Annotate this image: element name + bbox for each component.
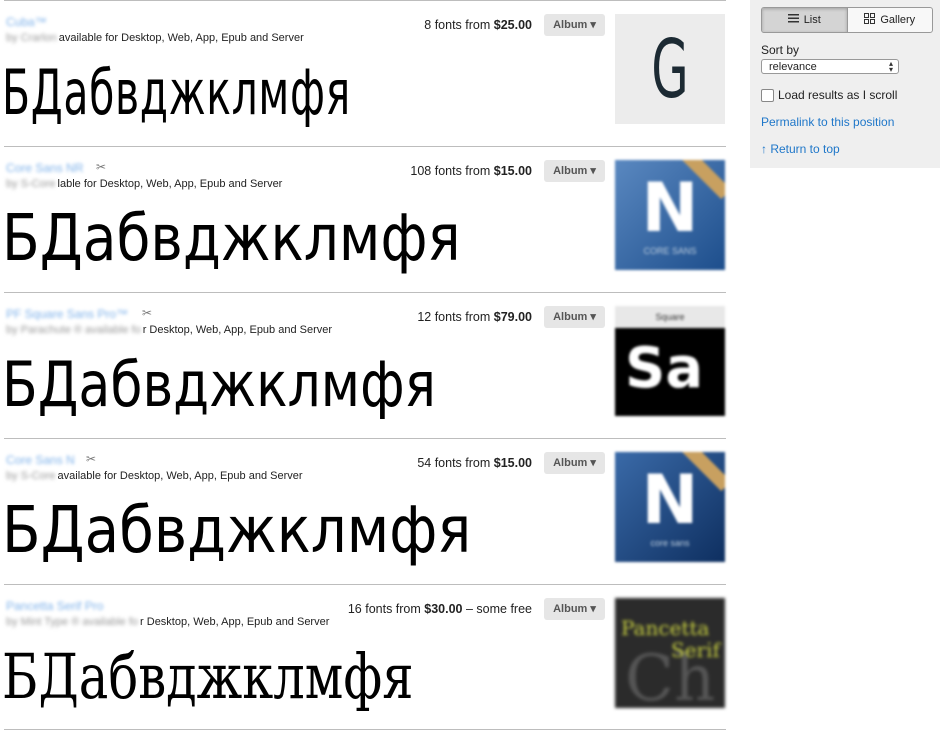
foundry-link[interactable]: by Crarlon <box>6 32 57 44</box>
font-thumbnail[interactable]: N core sans <box>615 452 725 562</box>
price-info: 8 fonts from $25.00 <box>424 18 532 32</box>
font-sample[interactable]: БДабвджклмфя <box>2 495 471 567</box>
album-button[interactable]: Album ▾ <box>544 160 605 182</box>
byline: by Parachute ® available fo r Desktop, We… <box>6 324 332 336</box>
thumbnail-glyph: Sa <box>625 336 704 401</box>
album-button[interactable]: Album ▾ <box>544 598 605 620</box>
sort-value: relevance <box>769 61 817 73</box>
album-button[interactable]: Album ▾ <box>544 306 605 328</box>
price: $25.00 <box>493 18 532 32</box>
load-on-scroll-option[interactable]: Load results as I scroll <box>761 88 897 102</box>
font-sample[interactable]: БДабвджклмфя <box>2 641 414 713</box>
price: $30.00 <box>424 602 463 616</box>
select-arrows-icon: ▴ ▾ <box>888 59 893 74</box>
gallery-view-button[interactable]: Gallery <box>846 8 933 32</box>
grid-icon <box>864 13 876 27</box>
price-extra: – some free <box>462 602 532 616</box>
sidebar: List Gallery Sort by relevance ▴ ▾ Load r… <box>750 0 940 168</box>
list-view-button[interactable]: List <box>762 8 847 32</box>
load-on-scroll-label: Load results as I scroll <box>778 88 898 102</box>
price-info: 12 fonts from $79.00 <box>417 310 532 324</box>
font-sample[interactable]: БДабвджклмфя <box>2 57 351 129</box>
availability-text: available for Desktop, Web, App, Epub an… <box>57 470 303 482</box>
result-item: PF Square Sans Pro™ ✂ by Parachute ® ava… <box>2 292 726 438</box>
font-count: 16 fonts from <box>347 602 425 616</box>
font-count: 8 fonts from <box>424 18 494 32</box>
byline: by Mint Type ® available fo r Desktop, We… <box>6 616 329 628</box>
view-toggle: List Gallery <box>761 7 933 33</box>
byline: by S-Core lable for Desktop, Web, App, Ep… <box>6 178 282 190</box>
thumbnail-caption: Square <box>615 306 725 328</box>
scissors-icon[interactable]: ✂ <box>86 452 96 466</box>
font-count: 108 fonts from <box>410 164 494 178</box>
price: $79.00 <box>493 310 532 324</box>
list-view-label: List <box>803 14 821 26</box>
font-thumbnail[interactable]: G <box>615 14 725 124</box>
foundry-link[interactable]: by Parachute ® available fo <box>6 324 141 336</box>
thumbnail-caption: CORE SANS <box>643 246 697 256</box>
album-button[interactable]: Album ▾ <box>544 14 605 36</box>
byline: by Crarlon available for Desktop, Web, Ap… <box>6 32 304 44</box>
foundry-link[interactable]: by Mint Type ® available fo <box>6 616 138 628</box>
font-name-link[interactable]: Core Sans N <box>6 453 75 467</box>
font-thumbnail[interactable]: N CORE SANS <box>615 160 725 270</box>
load-on-scroll-checkbox[interactable] <box>761 88 774 102</box>
thumbnail-glyph: N <box>641 460 699 540</box>
price-info: 108 fonts from $15.00 <box>410 164 532 178</box>
results-list: Cuba™ by Crarlon available for Desktop, W… <box>2 0 726 730</box>
font-count: 54 fonts from <box>417 456 494 470</box>
price: $15.00 <box>493 164 532 178</box>
font-count: 12 fonts from <box>417 310 494 324</box>
sort-label: Sort by <box>761 43 800 57</box>
price: $15.00 <box>493 456 532 470</box>
result-item: Pancetta Serif Pro by Mint Type ® availa… <box>2 584 726 730</box>
font-name-link[interactable]: Core Sans NR <box>6 161 83 175</box>
thumbnail-glyph: Pancetta <box>621 616 710 640</box>
permalink-link[interactable]: Permalink to this position <box>761 115 894 129</box>
scissors-icon[interactable]: ✂ <box>142 306 152 320</box>
list-icon <box>787 14 799 26</box>
font-sample[interactable]: БДабвджклмфя <box>2 203 461 275</box>
byline: by S-Core available for Desktop, Web, App… <box>6 470 303 482</box>
price-info: 16 fonts from $30.00 – some free <box>348 602 532 616</box>
result-item: Core Sans NR ✂ by S-Core lable for Deskto… <box>2 146 726 292</box>
scissors-icon[interactable]: ✂ <box>96 160 106 174</box>
availability-text: available for Desktop, Web, App, Epub an… <box>58 32 304 44</box>
availability-text: r Desktop, Web, App, Epub and Server <box>140 616 330 628</box>
return-to-top-link[interactable]: ↑ Return to top <box>761 142 840 156</box>
font-name-link[interactable]: Cuba™ <box>6 15 47 29</box>
font-name-link[interactable]: Pancetta Serif Pro <box>6 599 103 613</box>
font-sample[interactable]: БДабвджклмфя <box>2 349 436 421</box>
foundry-link[interactable]: by S-Core <box>6 470 56 482</box>
font-thumbnail[interactable]: Ch Pancetta Serif <box>615 598 725 708</box>
thumbnail-caption: Serif <box>671 638 720 662</box>
thumbnail-caption: core sans <box>650 538 690 548</box>
gallery-view-label: Gallery <box>880 14 916 26</box>
font-name-link[interactable]: PF Square Sans Pro™ <box>6 307 128 321</box>
availability-text: lable for Desktop, Web, App, Epub and Se… <box>57 178 283 190</box>
thumbnail-glyph: N <box>641 168 699 248</box>
foundry-link[interactable]: by S-Core <box>6 178 56 190</box>
result-item: Core Sans N ✂ by S-Core available for Des… <box>2 438 726 584</box>
availability-text: r Desktop, Web, App, Epub and Server <box>142 324 333 336</box>
thumbnail-glyph: G <box>651 22 689 116</box>
result-item: Cuba™ by Crarlon available for Desktop, W… <box>2 0 726 146</box>
price-info: 54 fonts from $15.00 <box>417 456 532 470</box>
sort-select[interactable]: relevance ▴ ▾ <box>761 59 899 74</box>
album-button[interactable]: Album ▾ <box>544 452 605 474</box>
font-thumbnail[interactable]: Square Sa <box>615 306 725 416</box>
